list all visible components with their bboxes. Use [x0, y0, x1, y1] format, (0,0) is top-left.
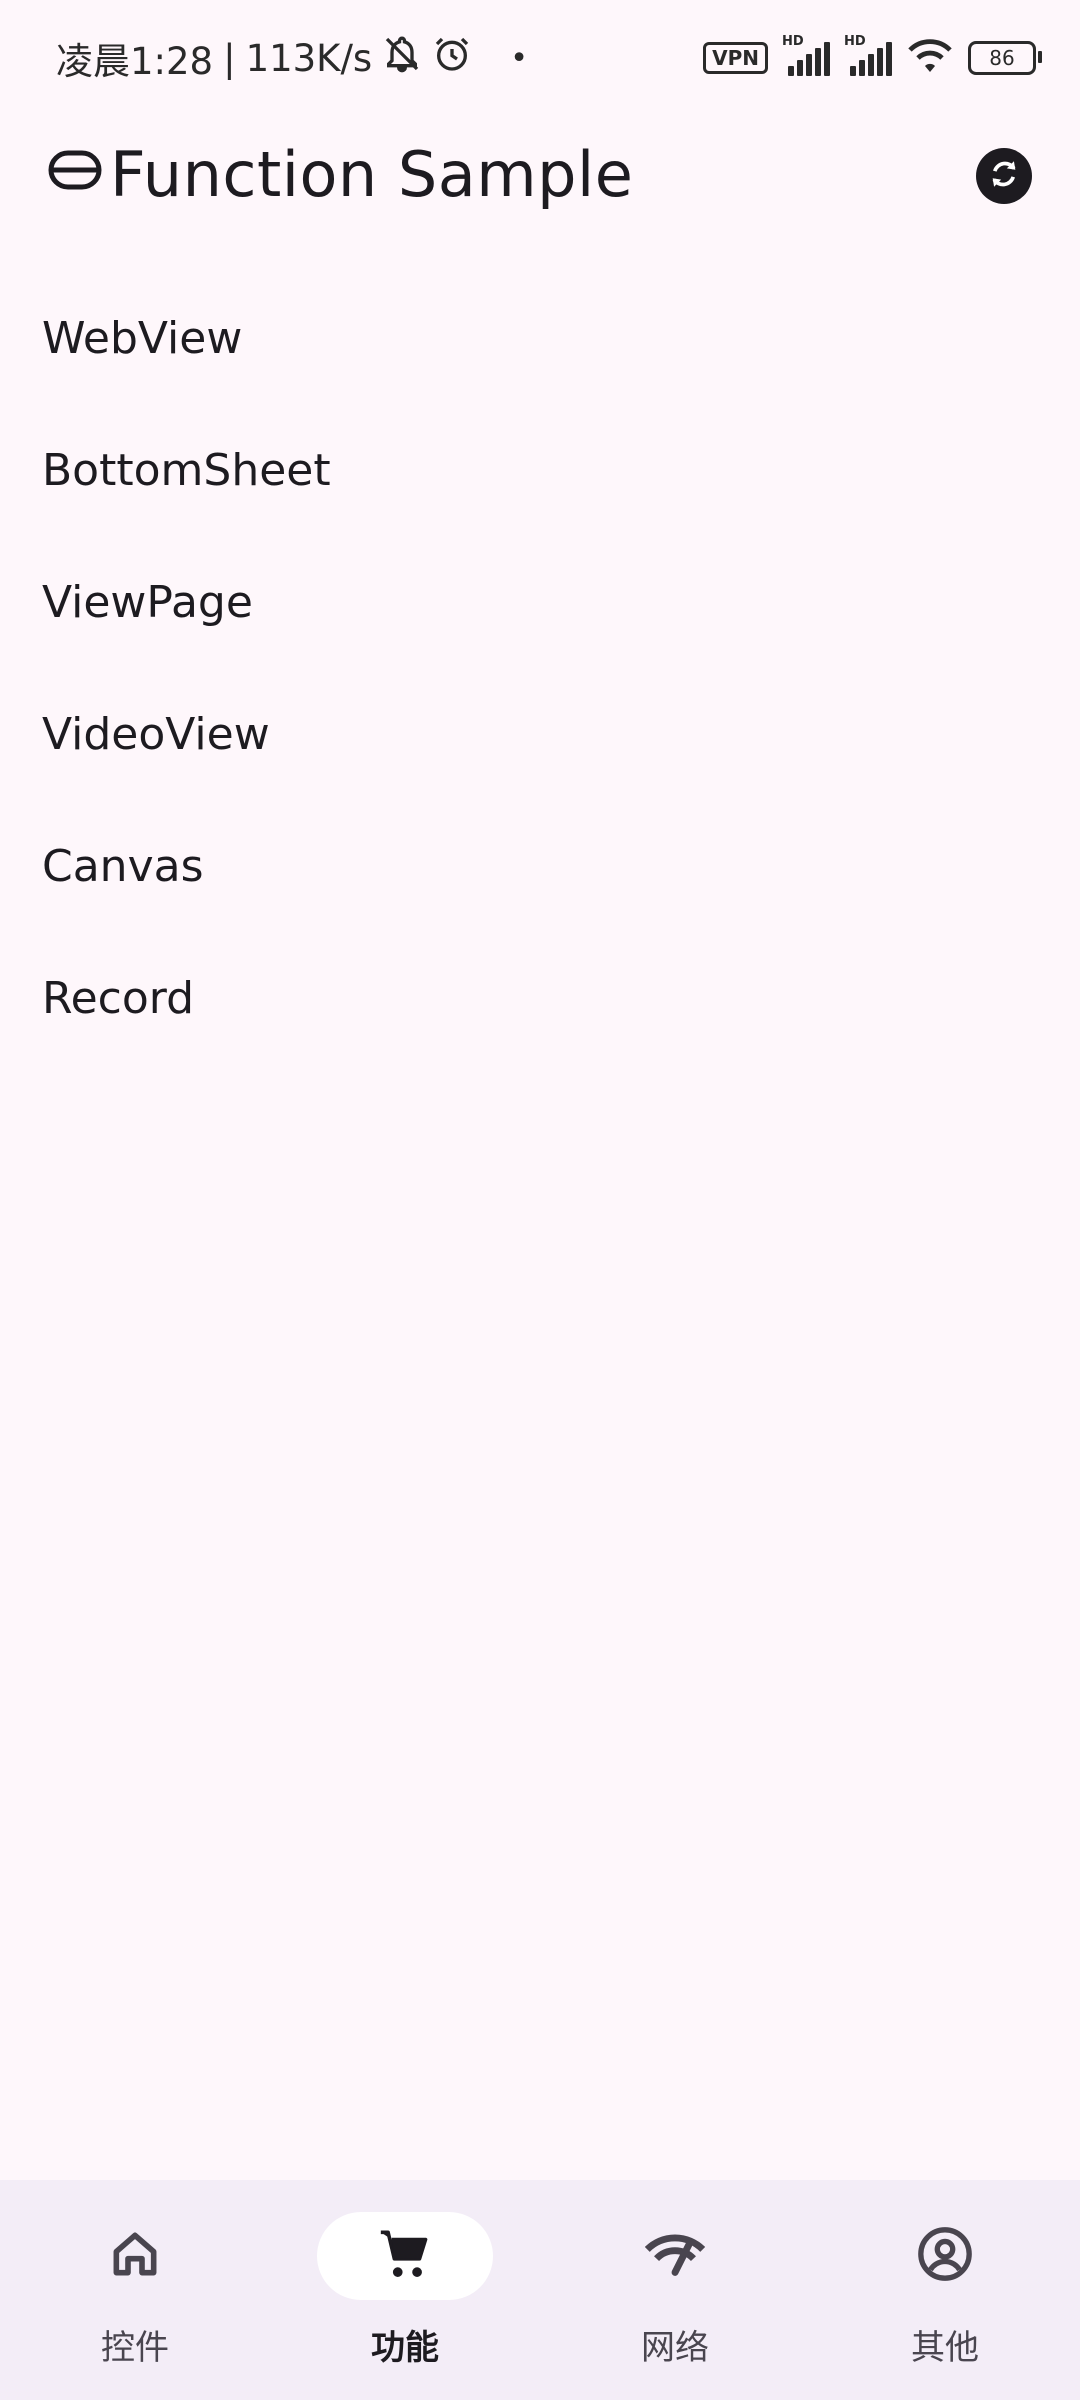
notification-dot: • [510, 40, 528, 76]
nav-pill-active [317, 2212, 493, 2300]
home-icon [107, 2226, 163, 2286]
refresh-icon [987, 157, 1021, 195]
page-title: Function Sample [110, 138, 634, 211]
network-icon [644, 2226, 706, 2286]
nav-item-network[interactable]: 网络 [540, 2180, 810, 2400]
nav-label: 其他 [911, 2328, 979, 2368]
list-item-videoview[interactable]: VideoView [0, 668, 1080, 800]
nav-item-controls[interactable]: 控件 [0, 2180, 270, 2400]
nav-label: 网络 [641, 2328, 709, 2368]
signal-icon: HD [782, 34, 830, 76]
status-right: VPN HD HD 86 [703, 34, 1042, 82]
list-item-record[interactable]: Record [0, 932, 1080, 1064]
status-time: 凌晨1:28 [56, 40, 214, 83]
network-speed: 113K/s [245, 36, 373, 80]
nav-label: 控件 [101, 2328, 169, 2368]
bell-off-icon [382, 34, 422, 83]
alarm-icon [432, 34, 472, 83]
status-left: 凌晨1:28 | 113K/s • [56, 30, 528, 86]
nav-pill [857, 2212, 1033, 2300]
nav-pill [587, 2212, 763, 2300]
status-bar: 凌晨1:28 | 113K/s • VPN HD HD 86 [0, 0, 1080, 112]
hd-label-2: HD [844, 34, 866, 49]
hd-label: HD [782, 34, 804, 49]
battery-level: 86 [989, 46, 1015, 70]
app-logo-icon [48, 150, 102, 190]
list-item-bottomsheet[interactable]: BottomSheet [0, 404, 1080, 536]
function-list: WebView BottomSheet ViewPage VideoView C… [0, 272, 1080, 1064]
cart-icon [376, 2225, 434, 2287]
nav-label: 功能 [371, 2328, 439, 2368]
list-item-canvas[interactable]: Canvas [0, 800, 1080, 932]
status-separator: | [223, 36, 236, 80]
wifi-icon [906, 36, 954, 80]
list-item-viewpage[interactable]: ViewPage [0, 536, 1080, 668]
vpn-badge: VPN [703, 42, 768, 74]
battery-icon: 86 [968, 41, 1042, 75]
bottom-navigation: 控件 功能 网络 其他 [0, 2180, 1080, 2400]
nav-pill [47, 2212, 223, 2300]
signal-icon-2: HD [844, 34, 892, 76]
account-icon [916, 2225, 974, 2287]
refresh-button[interactable] [976, 148, 1032, 204]
top-app-bar: Function Sample [0, 120, 1080, 232]
nav-item-others[interactable]: 其他 [810, 2180, 1080, 2400]
nav-item-functions[interactable]: 功能 [270, 2180, 540, 2400]
list-item-webview[interactable]: WebView [0, 272, 1080, 404]
